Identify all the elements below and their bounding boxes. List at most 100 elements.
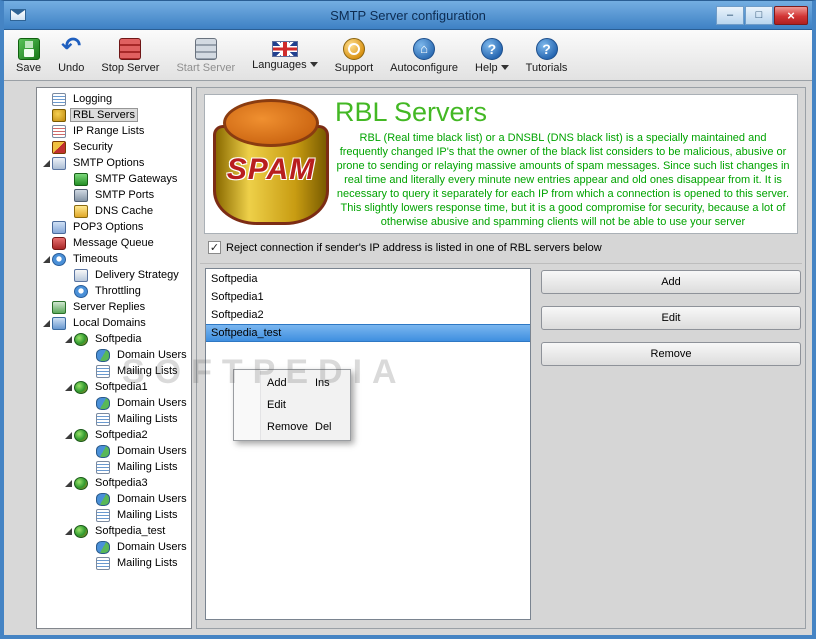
expanded-arrow-icon[interactable] [64, 527, 72, 535]
domain-icon [74, 428, 88, 442]
tree-item-throttling[interactable]: Throttling [37, 283, 191, 299]
tree-item-domain-users[interactable]: Domain Users [37, 347, 191, 363]
tree-item-dns-cache[interactable]: DNS Cache [37, 203, 191, 219]
mailing-lists-icon [96, 556, 110, 570]
rbl-list-item-softpedia2[interactable]: Softpedia2 [206, 306, 530, 324]
rbl-list-item-softpedia-test[interactable]: Softpedia_test [206, 324, 530, 342]
tree-item-label: Softpedia [95, 333, 142, 345]
tree-item-label: SMTP Gateways [95, 173, 178, 185]
start-server-icon [194, 37, 217, 60]
expanded-arrow-icon[interactable] [64, 479, 72, 487]
expander-slot[interactable] [40, 255, 52, 263]
tree-item-timeouts[interactable]: Timeouts [37, 251, 191, 267]
stop-server-button[interactable]: Stop Server [94, 35, 166, 76]
support-button[interactable]: Support [328, 35, 381, 76]
tree-item-mailing-lists[interactable]: Mailing Lists [37, 507, 191, 523]
tree-item-ip-range-lists[interactable]: IP Range Lists [37, 123, 191, 139]
expander-slot[interactable] [62, 527, 74, 535]
titlebar[interactable]: SMTP Server configuration – □ × [4, 1, 812, 30]
context-menu-item-edit[interactable]: Edit [235, 394, 349, 416]
expanded-arrow-icon[interactable] [64, 335, 72, 343]
expanded-arrow-icon[interactable] [42, 319, 50, 327]
tree-item-message-queue[interactable]: Message Queue [37, 235, 191, 251]
app-icon [10, 9, 26, 21]
tree-item-smtp-options[interactable]: SMTP Options [37, 155, 191, 171]
domain-icon [74, 332, 88, 346]
tree-item-label: Mailing Lists [117, 413, 178, 425]
save-label: Save [16, 61, 42, 74]
security-icon [52, 140, 66, 154]
smtp-server-configuration-window: SMTP Server configuration – □ × Save Undo… [0, 0, 816, 639]
context-menu-item-add[interactable]: Add Ins [235, 372, 349, 394]
rbl-list-item-softpedia1[interactable]: Softpedia1 [206, 288, 530, 306]
minimize-button[interactable]: – [716, 5, 744, 25]
tree-item-mailing-lists[interactable]: Mailing Lists [37, 363, 191, 379]
tree-item-label: Domain Users [117, 445, 187, 457]
tree-item-softpedia[interactable]: Softpedia [37, 331, 191, 347]
maximize-button[interactable]: □ [745, 5, 773, 25]
context-menu-item-remove[interactable]: Remove Del [235, 416, 349, 438]
chevron-down-icon[interactable] [309, 62, 318, 67]
tree-item-mailing-lists[interactable]: Mailing Lists [37, 459, 191, 475]
expanded-arrow-icon[interactable] [64, 383, 72, 391]
tree-item-softpedia2[interactable]: Softpedia2 [37, 427, 191, 443]
context-menu: Add Ins Edit Remove Del [233, 369, 351, 441]
save-icon [17, 37, 40, 60]
tree-item-domain-users[interactable]: Domain Users [37, 491, 191, 507]
tree-item-domain-users[interactable]: Domain Users [37, 443, 191, 459]
stop-server-icon [119, 37, 142, 60]
tree-item-security[interactable]: Security [37, 139, 191, 155]
tree-item-domain-users[interactable]: Domain Users [37, 395, 191, 411]
tree-item-label: Softpedia2 [95, 429, 148, 441]
tree-item-softpedia1[interactable]: Softpedia1 [37, 379, 191, 395]
tree-item-domain-users[interactable]: Domain Users [37, 539, 191, 555]
tree-item-rbl-servers[interactable]: RBL Servers [37, 107, 191, 123]
start-server-button: Start Server [169, 35, 242, 76]
rbl-list-item-softpedia[interactable]: Softpedia [206, 270, 530, 288]
spam-bucket-icon: SPAM [213, 99, 329, 229]
add-button[interactable]: Add [541, 270, 801, 294]
tree-item-pop3-options[interactable]: POP3 Options [37, 219, 191, 235]
pop3-options-icon [52, 220, 66, 234]
tree-item-softpedia3[interactable]: Softpedia3 [37, 475, 191, 491]
smtp-gateways-icon [74, 172, 88, 186]
expander-slot[interactable] [62, 431, 74, 439]
tree-item-server-replies[interactable]: Server Replies [37, 299, 191, 315]
expander-slot[interactable] [40, 159, 52, 167]
domain-users-icon [96, 348, 110, 362]
expanded-arrow-icon[interactable] [42, 255, 50, 263]
expanded-arrow-icon[interactable] [42, 159, 50, 167]
support-icon [342, 37, 365, 60]
reject-connection-checkbox[interactable] [208, 241, 221, 254]
save-button[interactable]: Save [9, 35, 48, 76]
expander-slot[interactable] [62, 383, 74, 391]
window-title: SMTP Server configuration [330, 7, 486, 23]
autoconfigure-button[interactable]: Autoconfigure [383, 35, 465, 76]
expander-slot[interactable] [62, 335, 74, 343]
languages-button[interactable]: Languages [245, 38, 324, 73]
tree-item-mailing-lists[interactable]: Mailing Lists [37, 411, 191, 427]
undo-button[interactable]: Undo [51, 35, 91, 76]
expanded-arrow-icon[interactable] [64, 431, 72, 439]
edit-button[interactable]: Edit [541, 306, 801, 330]
reject-connection-row: Reject connection if sender's IP address… [208, 241, 602, 254]
tree-item-mailing-lists[interactable]: Mailing Lists [37, 555, 191, 571]
help-button[interactable]: Help [468, 35, 516, 76]
tree-item-label: Security [73, 141, 113, 153]
tree-item-local-domains[interactable]: Local Domains [37, 315, 191, 331]
smtp-ports-icon [74, 188, 88, 202]
close-button[interactable]: × [774, 5, 808, 25]
tree-item-logging[interactable]: Logging [37, 91, 191, 107]
tree-item-smtp-ports[interactable]: SMTP Ports [37, 187, 191, 203]
tree-item-softpedia-test[interactable]: Softpedia_test [37, 523, 191, 539]
expander-slot[interactable] [62, 479, 74, 487]
tree-item-delivery-strategy[interactable]: Delivery Strategy [37, 267, 191, 283]
rbl-servers-listbox[interactable]: Softpedia Softpedia1 Softpedia2 Softpedia_t… [205, 268, 531, 620]
expander-slot[interactable] [40, 319, 52, 327]
chevron-down-icon[interactable] [500, 65, 509, 70]
tutorials-button[interactable]: Tutorials [519, 35, 575, 76]
tree-item-label: DNS Cache [95, 205, 154, 217]
remove-button[interactable]: Remove [541, 342, 801, 366]
tree-item-smtp-gateways[interactable]: SMTP Gateways [37, 171, 191, 187]
tree-item-label: Domain Users [117, 541, 187, 553]
